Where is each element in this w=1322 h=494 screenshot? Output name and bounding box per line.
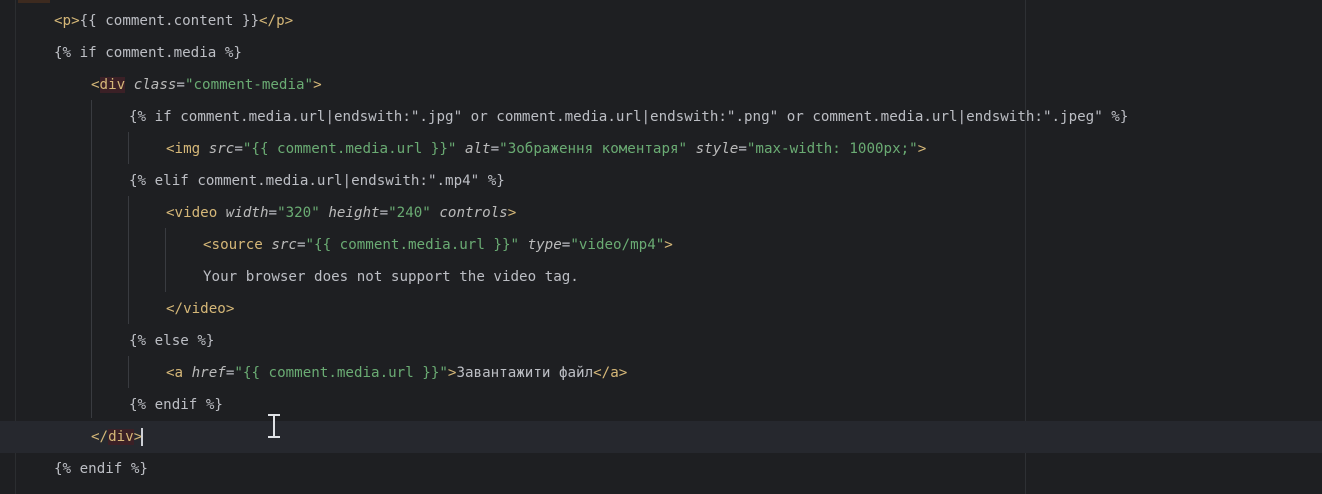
code-token: = [490,141,500,157]
code-token: < [166,365,175,381]
code-token: type [519,237,562,253]
code-token: video [183,301,226,317]
code-line[interactable]: {% else %} [0,325,1322,357]
code-token: "video/mp4" [570,237,665,253]
code-token: "320" [277,205,320,221]
code-token: "240" [388,205,431,221]
text-caret [141,428,144,446]
code-token: = [296,237,306,253]
code-token: > [618,365,628,381]
code-token: style [687,141,739,157]
code-line[interactable]: {% if comment.media.url|endswith:".jpg" … [0,101,1322,133]
code-token: "Зображення коментаря" [499,141,688,157]
code-token: < [91,77,100,93]
code-token: a [610,365,619,381]
code-token: = [268,205,278,221]
code-token: controls [430,205,508,221]
code-token: {% if comment.media %} [54,45,242,61]
code-line[interactable]: {% if comment.media %} [0,37,1322,69]
code-token: alt [456,141,491,157]
code-token: > [225,301,235,317]
mouse-ibeam-cursor [268,414,280,438]
code-line[interactable]: <video width="320" height="240" controls… [0,197,1322,229]
code-token: </ [259,13,277,29]
code-token: < [166,141,175,157]
code-token: video [174,205,218,221]
code-editor[interactable]: <p>{{ comment.content }}</p> {% if comme… [0,0,1322,494]
code-token: > [71,13,80,29]
code-line[interactable]: <source src="{{ comment.media.url }}" ty… [0,229,1322,261]
code-token: = [738,141,747,157]
scroll-marker [18,0,50,3]
code-token: = [176,77,185,93]
code-token: "{{ comment.media.url }}" [305,237,520,253]
code-token: "{{ comment.media.url }}" [242,141,457,157]
code-token: {% endif %} [129,397,223,413]
code-token: div [99,77,126,93]
code-token: Your browser does not support the video … [203,269,579,285]
code-token: height [319,205,380,221]
code-line[interactable]: {% endif %} [0,453,1322,485]
code-token: < [166,205,175,221]
code-token: </ [91,429,109,445]
code-line[interactable]: <img src="{{ comment.media.url }}" alt="… [0,133,1322,165]
code-line[interactable]: {% elif comment.media.url|endswith:".mp4… [0,165,1322,197]
code-token: src [262,237,297,253]
code-line[interactable]: <a href="{{ comment.media.url }}">Завант… [0,357,1322,389]
code-line[interactable]: {% endif %} [0,389,1322,421]
code-line[interactable]: Your browser does not support the video … [0,261,1322,293]
code-token: p [276,13,285,29]
code-token: > [284,13,294,29]
code-token: > [664,237,673,253]
code-token: > [313,77,322,93]
code-token: = [379,205,389,221]
code-token: class [125,77,177,93]
code-line[interactable]: <div class="comment-media"> [0,69,1322,101]
code-token: < [54,13,63,29]
code-line[interactable]: <p>{{ comment.content }}</p> [0,5,1322,37]
code-token: src [200,141,235,157]
code-token: </ [166,301,184,317]
code-token: </ [593,365,611,381]
code-token: < [203,237,212,253]
code-line[interactable]: </video> [0,293,1322,325]
code-token: > [917,141,927,157]
code-token: div [108,429,134,445]
code-token: p [62,13,72,29]
code-token: {% elif comment.media.url|endswith:".mp4… [129,173,505,189]
current-code-line[interactable]: </div> [0,421,1322,453]
code-token: {% endif %} [54,461,148,477]
code-token: {% if comment.media.url|endswith:".jpg" … [129,109,1129,125]
code-token: source [211,237,263,253]
code-token: {{ comment.content }} [79,13,260,29]
code-token: {% else %} [129,333,215,349]
code-token: "{{ comment.media.url }}" [234,365,448,381]
code-token: "comment-media" [184,77,314,93]
code-token: Завантажити файл [456,365,594,381]
code-token: img [174,141,201,157]
code-token: = [234,141,243,157]
code-token: a [174,365,184,381]
code-token: href [183,365,226,381]
code-token: width [217,205,269,221]
code-token: > [507,205,517,221]
code-token: "max-width: 1000px;" [746,141,918,157]
